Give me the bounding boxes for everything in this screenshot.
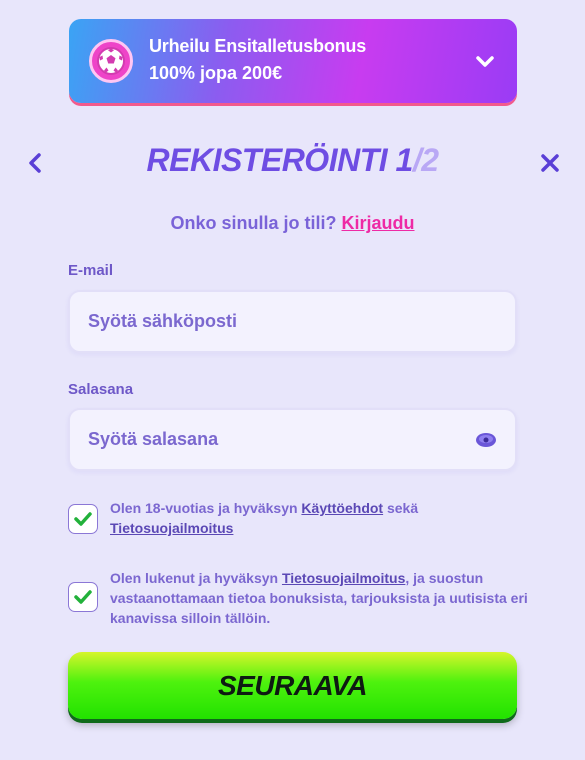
title-main: REKISTERÖINTI 1 bbox=[146, 142, 414, 178]
title-separator: / bbox=[412, 142, 422, 178]
chevron-down-icon[interactable] bbox=[473, 49, 497, 73]
password-label: Salasana bbox=[68, 381, 134, 398]
consent-terms-checkbox[interactable] bbox=[68, 504, 98, 534]
close-icon[interactable] bbox=[538, 151, 562, 175]
bonus-banner[interactable]: Urheilu Ensitalletusbonus 100% jopa 200€ bbox=[69, 19, 517, 103]
consent-terms-text-before: Olen 18-vuotias ja hyväksyn bbox=[110, 500, 302, 516]
page-title: REKISTERÖINTI 1/2 bbox=[0, 142, 585, 179]
consent-marketing-row: Olen lukenut ja hyväksyn Tietosuojailmoi… bbox=[68, 568, 528, 628]
email-field-container bbox=[68, 290, 517, 353]
consent-terms-row: Olen 18-vuotias ja hyväksyn Käyttöehdot … bbox=[68, 498, 528, 546]
bonus-title: Urheilu Ensitalletusbonus bbox=[149, 36, 367, 56]
consent-marketing-checkbox[interactable] bbox=[68, 582, 98, 612]
consent-marketing-text-before: Olen lukenut ja hyväksyn bbox=[110, 570, 282, 586]
consent-terms-text: Olen 18-vuotias ja hyväksyn Käyttöehdot … bbox=[110, 498, 530, 538]
terms-link[interactable]: Käyttöehdot bbox=[301, 500, 383, 516]
login-link[interactable]: Kirjaudu bbox=[342, 213, 415, 233]
password-field-container bbox=[68, 408, 517, 471]
email-label: E-mail bbox=[68, 262, 114, 279]
login-prompt-text: Onko sinulla jo tili? bbox=[170, 213, 337, 233]
consent-terms-text-middle: sekä bbox=[383, 500, 419, 516]
privacy-link-2[interactable]: Tietosuojailmoitus bbox=[282, 570, 405, 586]
next-button[interactable]: SEURAAVA bbox=[68, 652, 517, 719]
checkmark-icon bbox=[74, 590, 92, 604]
title-step-total: 2 bbox=[421, 142, 439, 178]
email-field[interactable] bbox=[88, 292, 468, 351]
bonus-amount: 100% jopa 200€ bbox=[149, 63, 283, 83]
password-field[interactable] bbox=[88, 410, 468, 469]
privacy-link[interactable]: Tietosuojailmoitus bbox=[110, 520, 233, 536]
consent-marketing-text: Olen lukenut ja hyväksyn Tietosuojailmoi… bbox=[110, 568, 530, 628]
checkmark-icon bbox=[74, 512, 92, 526]
login-prompt: Onko sinulla jo tili? Kirjaudu bbox=[0, 213, 585, 234]
soccer-ball-icon bbox=[89, 39, 133, 83]
eye-icon[interactable] bbox=[475, 431, 497, 449]
